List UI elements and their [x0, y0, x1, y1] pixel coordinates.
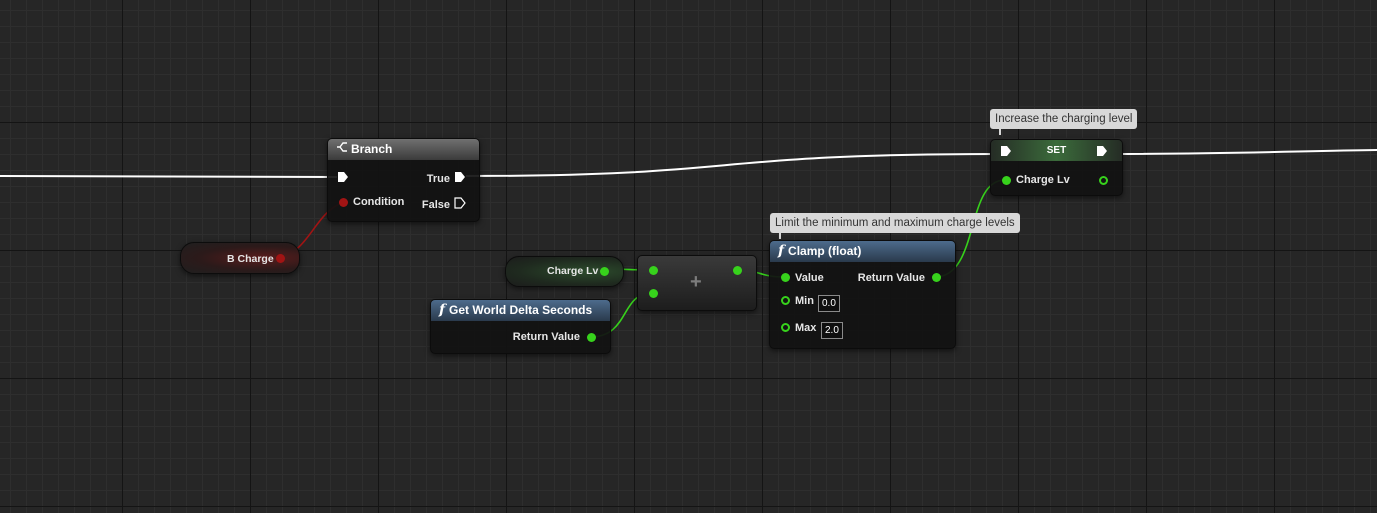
- clamp-max-label: Max: [795, 322, 817, 334]
- branch-node[interactable]: Branch Condition True False: [327, 138, 480, 222]
- set-exec-out-pin[interactable]: [1096, 145, 1108, 156]
- charge-lv-getter-node[interactable]: Charge Lv: [505, 256, 624, 287]
- clamp-min-pin[interactable]: [781, 296, 790, 305]
- b-charge-output-pin[interactable]: [276, 254, 285, 263]
- clamp-comment-bubble[interactable]: Limit the minimum and maximum charge lev…: [770, 213, 1020, 239]
- clamp-return-pin[interactable]: [932, 273, 941, 282]
- b-charge-variable-node[interactable]: B Charge: [180, 242, 300, 274]
- set-charge-lv-label: Charge Lv: [1016, 174, 1070, 186]
- get-world-delta-return-label: Return Value: [512, 331, 580, 343]
- branch-condition-label: Condition: [353, 196, 405, 208]
- branch-node-header[interactable]: Branch: [328, 139, 479, 160]
- exec-wire-true-to-set: [465, 153, 1001, 177]
- exec-wire-in: [0, 175, 338, 178]
- get-world-delta-seconds-node[interactable]: f Get World Delta Seconds Return Value: [430, 299, 611, 354]
- clamp-return-label: Return Value: [857, 272, 925, 284]
- clamp-float-title: Clamp (float): [788, 244, 862, 258]
- branch-false-pin[interactable]: [454, 197, 466, 209]
- clamp-value-label: Value: [795, 272, 824, 284]
- branch-true-label: True: [426, 173, 450, 185]
- charge-lv-getter-label: Charge Lv: [547, 265, 599, 277]
- set-exec-in-pin[interactable]: [1000, 145, 1012, 156]
- clamp-float-node[interactable]: f Clamp (float) Value Return Value Min 0.…: [769, 240, 956, 349]
- b-charge-label: B Charge: [227, 253, 274, 265]
- exec-wire-out: [1109, 149, 1377, 155]
- get-world-delta-seconds-header[interactable]: f Get World Delta Seconds: [431, 300, 610, 321]
- add-float-node[interactable]: +: [637, 255, 757, 311]
- set-charge-lv-input-pin[interactable]: [1002, 176, 1011, 185]
- add-symbol: +: [690, 271, 702, 293]
- add-output-pin[interactable]: [733, 266, 742, 275]
- clamp-min-label: Min: [795, 295, 814, 307]
- add-input-b-pin[interactable]: [649, 289, 658, 298]
- branch-title: Branch: [351, 142, 393, 156]
- clamp-max-value-input[interactable]: 2.0: [821, 322, 843, 339]
- branch-condition-pin[interactable]: [339, 198, 348, 207]
- clamp-float-header[interactable]: f Clamp (float): [770, 241, 955, 262]
- branch-icon: [336, 139, 348, 160]
- set-node-title: SET: [1046, 145, 1067, 156]
- charge-lv-getter-output-pin[interactable]: [600, 267, 609, 276]
- branch-true-pin[interactable]: [454, 171, 466, 182]
- branch-false-label: False: [421, 199, 450, 211]
- clamp-max-pin[interactable]: [781, 323, 790, 332]
- function-icon: f: [778, 243, 785, 259]
- set-charge-lv-node[interactable]: SET Charge Lv: [990, 139, 1123, 196]
- get-world-delta-return-pin[interactable]: [587, 333, 596, 342]
- clamp-min-value-input[interactable]: 0.0: [818, 295, 840, 312]
- get-world-delta-seconds-title: Get World Delta Seconds: [449, 303, 593, 317]
- add-input-a-pin[interactable]: [649, 266, 658, 275]
- set-comment-bubble[interactable]: Increase the charging level: [990, 109, 1138, 135]
- function-icon: f: [439, 302, 446, 318]
- branch-exec-in-pin[interactable]: [337, 171, 349, 182]
- set-charge-lv-output-pin[interactable]: [1099, 176, 1108, 185]
- clamp-value-pin[interactable]: [781, 273, 790, 282]
